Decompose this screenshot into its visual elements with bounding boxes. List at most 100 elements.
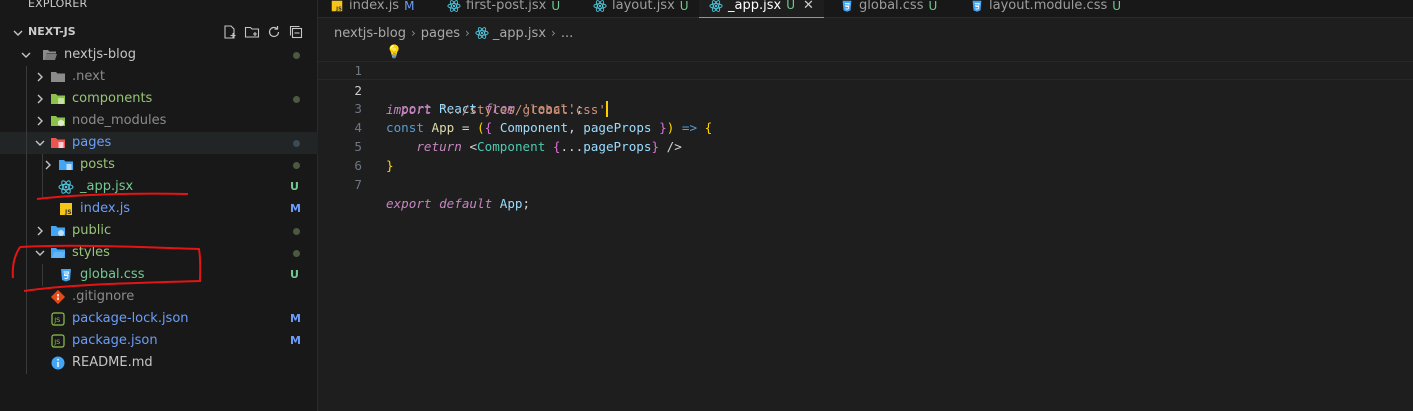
indent-guide	[42, 154, 43, 198]
tree-item[interactable]: JS package.json M	[0, 330, 318, 352]
code-text: export default App;	[386, 196, 531, 211]
tree-item[interactable]: .gitignore	[0, 286, 318, 308]
git-status-badge: M	[290, 334, 301, 347]
tree-item-label: components	[72, 91, 153, 106]
tree-item-label: public	[72, 223, 112, 238]
file-tree: nextjs-blog .next components node_modulespa…	[0, 44, 318, 374]
close-icon[interactable]: ✕	[803, 0, 814, 13]
chevron-right-icon[interactable]	[32, 69, 48, 85]
new-file-icon[interactable]	[222, 24, 238, 40]
status-dot	[293, 52, 300, 59]
svg-text:JS: JS	[335, 6, 342, 12]
tree-item[interactable]: nextjs-blog	[0, 44, 318, 66]
info-icon	[50, 355, 66, 371]
workspace-name: NEXT-JS	[28, 25, 76, 38]
code-line-current[interactable]: 2 import '../styles/global.css'	[318, 61, 1413, 117]
tree-item-label: nextjs-blog	[64, 47, 136, 62]
code-editor[interactable]: 1 💡 port React from 'react'; 2 import '.…	[318, 42, 1413, 411]
react-icon	[58, 179, 74, 195]
breadcrumb-item-file[interactable]: _app.jsx	[493, 26, 546, 41]
svg-text:JS: JS	[64, 209, 72, 216]
tree-item[interactable]: public	[0, 220, 318, 242]
breadcrumb-item-pages[interactable]: pages	[421, 26, 460, 41]
chevron-down-icon[interactable]	[32, 245, 48, 261]
indent-guide	[26, 66, 27, 374]
css-icon	[58, 267, 74, 283]
collapse-all-icon[interactable]	[288, 24, 304, 40]
tree-item[interactable]: _app.jsx U	[0, 176, 318, 198]
tab-git-status: U	[786, 0, 795, 12]
code-line[interactable]: 4 return <Component {...pageProps} />	[318, 99, 1413, 154]
line-number: 7	[354, 177, 362, 192]
status-dot	[293, 140, 300, 147]
tab-label: layout.module.css	[989, 0, 1108, 13]
tree-item-label: global.css	[80, 267, 145, 282]
tree-item[interactable]: components	[0, 88, 318, 110]
tab-index-js[interactable]: JS index.js M	[330, 0, 414, 18]
chevron-down-icon[interactable]	[18, 47, 34, 63]
tree-item-label: node_modules	[72, 113, 167, 128]
breadcrumb-item-root[interactable]: nextjs-blog	[334, 26, 406, 41]
tree-item[interactable]: JS index.js M	[0, 198, 318, 220]
chevron-down-icon[interactable]	[32, 135, 48, 151]
folder-components-icon	[50, 91, 66, 107]
chevron-right-icon: ›	[551, 26, 556, 40]
tree-item[interactable]: JS package-lock.json M	[0, 308, 318, 330]
indent-guide	[42, 264, 43, 286]
folder-pages-icon	[50, 135, 66, 151]
tree-item-label: package.json	[72, 333, 158, 348]
code-line[interactable]: 6	[318, 137, 1413, 173]
folder-styles-icon	[50, 245, 66, 261]
git-status-badge: U	[290, 268, 299, 281]
breadcrumb-item-symbol[interactable]: ...	[561, 26, 573, 41]
tab-layout-jsx[interactable]: layout.jsx U	[593, 0, 689, 18]
code-line[interactable]: 1 💡 port React from 'react';	[318, 42, 1413, 116]
tab-first-post-jsx[interactable]: first-post.jsx U	[447, 0, 560, 18]
tree-item[interactable]: global.css U	[0, 264, 318, 286]
breadcrumb: nextjs-blog › pages › _app.jsx › ...	[334, 24, 573, 42]
explorer-title: EXPLORER	[28, 0, 88, 10]
tree-item-label: posts	[80, 157, 115, 172]
chevron-right-icon[interactable]	[32, 91, 48, 107]
tree-item[interactable]: README.md	[0, 352, 318, 374]
tree-item[interactable]: pages	[0, 132, 318, 154]
tree-item-label: .next	[72, 69, 105, 84]
tab-git-status: M	[404, 0, 415, 13]
tab--app-jsx[interactable]: _app.jsx U ✕	[699, 0, 824, 18]
tab-global-css[interactable]: global.css U	[840, 0, 937, 18]
npm-icon: JS	[50, 311, 66, 327]
code-line[interactable]: 3 const App = ({ Component, pageProps })…	[318, 80, 1413, 135]
tree-item[interactable]: styles	[0, 242, 318, 264]
git-icon	[50, 289, 66, 305]
folder-node-icon	[50, 113, 66, 129]
new-folder-icon[interactable]	[244, 24, 260, 40]
lightbulb-icon[interactable]: 💡	[386, 43, 402, 62]
tab-git-status: U	[1112, 0, 1122, 13]
folder-public-icon	[50, 223, 66, 239]
tree-item-label: styles	[72, 245, 110, 260]
tab-label: index.js	[349, 0, 400, 13]
code-line[interactable]: 5 }	[318, 118, 1413, 173]
refresh-icon[interactable]	[266, 24, 282, 40]
tab-label: global.css	[859, 0, 924, 13]
code-line[interactable]: 7 export default App;	[318, 156, 1413, 211]
git-status-badge: M	[290, 202, 301, 215]
chevron-right-icon[interactable]	[32, 113, 48, 129]
npm-icon: JS	[50, 333, 66, 349]
css-icon	[840, 0, 854, 13]
react-icon	[593, 0, 607, 13]
tree-item[interactable]: .next	[0, 66, 318, 88]
tab-layout-module-css[interactable]: layout.module.css U	[970, 0, 1121, 18]
folder-posts-icon	[58, 157, 74, 173]
editor-tabs: JS index.js Mfirst-post.jsx Ulayout.jsx U _ap…	[318, 0, 1413, 18]
chevron-down-icon	[13, 30, 23, 36]
chevron-right-icon[interactable]	[32, 223, 48, 239]
svg-text:JS: JS	[53, 338, 60, 346]
tree-item-label: .gitignore	[72, 289, 135, 304]
tab-label: layout.jsx	[612, 0, 675, 13]
chevron-right-icon: ›	[465, 26, 470, 40]
tree-item[interactable]: posts	[0, 154, 318, 176]
explorer-sidebar: EXPLORER NEXT-JS nextjs-blog .next compone…	[0, 0, 318, 411]
tab-label: first-post.jsx	[466, 0, 547, 13]
tree-item[interactable]: node_modules	[0, 110, 318, 132]
